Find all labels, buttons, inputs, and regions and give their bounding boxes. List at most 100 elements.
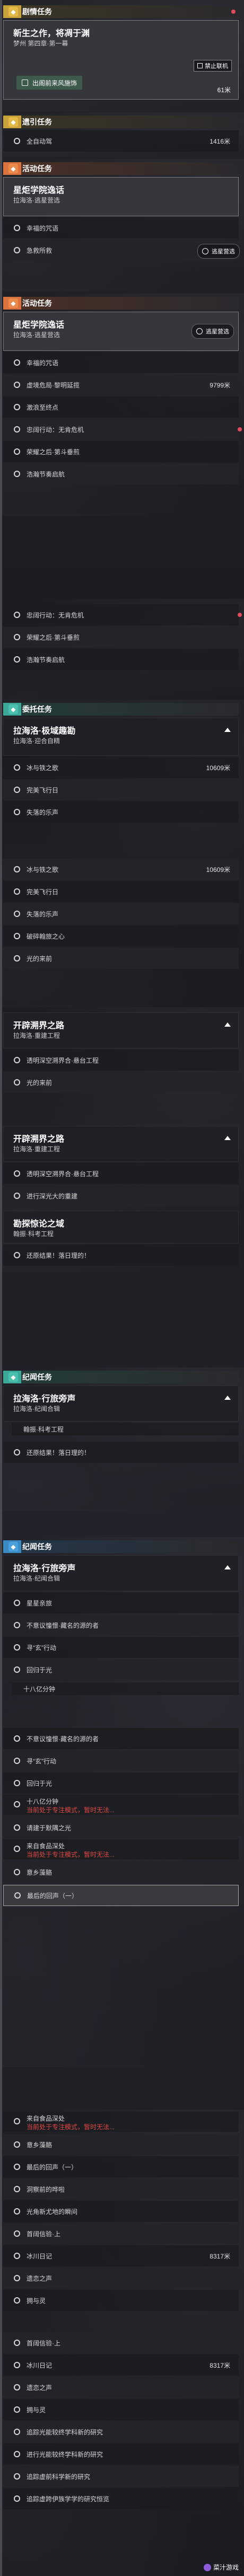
escort-row[interactable]: 全自动驾 1416米 bbox=[3, 130, 239, 152]
status-circle-icon bbox=[14, 1079, 20, 1086]
status-circle-icon bbox=[14, 2495, 20, 2502]
target-icon bbox=[22, 80, 28, 86]
final-row[interactable]: 洞察前的哗啦 bbox=[3, 2178, 239, 2200]
escort-header[interactable]: ◆ 遗引任务 bbox=[3, 116, 239, 128]
activity-row[interactable]: 浩瀚节奏启航 bbox=[3, 463, 239, 484]
final-row[interactable]: 最后的回声（一） bbox=[3, 2156, 239, 2177]
activity-header-2[interactable]: ◆ 活动任务 bbox=[3, 297, 239, 310]
chronicle-header[interactable]: ◆ 纪闻任务 bbox=[3, 1371, 239, 1383]
chronicle-row[interactable]: 不意议憧憬·藏名的源的者 bbox=[3, 1615, 239, 1636]
status-circle-icon bbox=[14, 2473, 20, 2480]
final-row[interactable]: 光角新尤地的瞬间 bbox=[3, 2201, 239, 2222]
activity-row-label: 幸福的咒语 bbox=[27, 224, 59, 232]
final-row[interactable]: 冰川日记 8317米 bbox=[3, 2245, 239, 2266]
final-row[interactable]: 首阔信验·上 bbox=[3, 2332, 239, 2353]
cover-header[interactable]: ◆ 剧情任务 bbox=[3, 5, 239, 18]
mystery-row[interactable]: 还原结果！落日理的！ bbox=[3, 1245, 239, 1266]
chronicle-task-card[interactable]: 拉海洛·行旅旁声 拉海洛·纪闻合辑 bbox=[3, 1386, 239, 1422]
explore-row[interactable]: 冰与铁之歌 10609米 bbox=[3, 757, 239, 778]
status-circle-icon bbox=[14, 2141, 20, 2148]
chronicle-row[interactable]: 意乡藻骼 bbox=[3, 1862, 239, 1883]
chronicle-row[interactable]: 不意议憧憬·藏名的源的者 bbox=[3, 1728, 239, 1749]
chronicle-row[interactable]: 寻“玄”行动 bbox=[3, 1750, 239, 1771]
explore-row-distance: 10609米 bbox=[206, 866, 230, 874]
activity-task-subtitle: 拉海洛·逃星营选 bbox=[13, 331, 60, 339]
final-row[interactable]: 遗恋之声 bbox=[3, 2268, 239, 2289]
chronicle-row[interactable]: 回归于光 bbox=[3, 1659, 239, 1680]
activity-row-distance: 9799米 bbox=[210, 381, 230, 389]
chronicle-row[interactable]: 回归于光 bbox=[3, 1772, 239, 1794]
activity-row[interactable]: 浩瀚节奏启航 bbox=[3, 649, 239, 670]
activity-header[interactable]: ◆ 活动任务 bbox=[3, 162, 239, 175]
mystery-task-card[interactable]: 勘探惊论之域 翰振·科考工程 bbox=[3, 1211, 239, 1243]
collapse-caret-icon[interactable] bbox=[224, 1136, 231, 1140]
final-row[interactable]: 拥与灵 bbox=[3, 2399, 239, 2420]
chronicle-row-selected[interactable]: 最后的回声（一） bbox=[3, 1885, 239, 1906]
final-row[interactable]: 进行光能较终学科新的研究 bbox=[3, 2443, 239, 2465]
status-circle-icon bbox=[14, 634, 20, 640]
activity-row[interactable]: 忠阔行动：无肯危机 bbox=[3, 604, 242, 625]
explore-row[interactable]: 光的来前 bbox=[3, 948, 239, 969]
mystery-task-title: 勘探惊论之域 bbox=[13, 1220, 65, 1229]
activity-row[interactable]: 幸福的咒语 bbox=[3, 352, 239, 373]
chronicle-row[interactable]: 请建于默隅之光 bbox=[3, 1817, 239, 1838]
chronicle-row-label: 不意议憧憬·藏名的源的者 bbox=[27, 1735, 99, 1743]
explore-row[interactable]: 完美飞行日 bbox=[3, 779, 239, 800]
chronicle-row[interactable]: 寻“玄”行动 bbox=[3, 1637, 239, 1658]
explore-row[interactable]: 失落的乐声 bbox=[3, 903, 239, 924]
explore-row-label: 失落的乐声 bbox=[27, 808, 59, 816]
explore-task-card[interactable]: 拉海洛·极域趣勘 拉海洛·迎合自精 bbox=[3, 718, 239, 756]
status-circle-icon bbox=[14, 471, 20, 477]
mystery-row[interactable]: 还原结果！落日理的！ bbox=[3, 1442, 239, 1463]
activity-row[interactable]: 忠阔行动：无肯危机 bbox=[3, 419, 242, 440]
cover-action-button[interactable]: 出阁前来风施饰 bbox=[16, 76, 83, 90]
final-row[interactable]: 首阔信验·上 bbox=[3, 2223, 239, 2244]
final-row[interactable]: 追踪虚跨伊族学学的研究恒览 bbox=[3, 2488, 239, 2509]
final-row[interactable]: 拥与灵 bbox=[3, 2290, 239, 2311]
frontier-row[interactable]: 透明深空溯界合·悬台工程 bbox=[3, 1163, 239, 1184]
frontier-row[interactable]: 光的来前 bbox=[3, 1072, 239, 1093]
activity-task-card-2[interactable]: 星炬学院逸话 拉海洛·逃星营选 逃星营选 bbox=[3, 312, 239, 351]
frontier-task-title: 开辟溯界之路 bbox=[13, 1135, 65, 1144]
frontier-row[interactable]: 透明深空溯界合·悬台工程 bbox=[3, 1049, 239, 1071]
final-row[interactable]: 意乡藻骼 bbox=[3, 2134, 239, 2155]
frontier-task-card[interactable]: 开辟溯界之路 拉海洛·重建工程 bbox=[3, 1012, 239, 1048]
chronicle-header-2[interactable]: ◆ 纪闻任务 bbox=[3, 1540, 239, 1553]
frontier-row[interactable]: 进行深光大的重建 bbox=[3, 1185, 239, 1206]
collapse-caret-icon[interactable] bbox=[224, 1396, 231, 1400]
status-circle-icon bbox=[14, 764, 20, 771]
activity-row[interactable]: 激浪至终点 bbox=[3, 396, 239, 418]
activity-row[interactable]: 幸福的咒语 bbox=[3, 217, 239, 239]
track-activity-button[interactable]: 逃星营选 bbox=[197, 244, 240, 259]
explore-row[interactable]: 破碎翰旅之心 bbox=[3, 925, 239, 947]
activity-row[interactable]: 荣耀之后·第斗垂煎 bbox=[3, 627, 239, 648]
activity-task-card[interactable]: 星炬学院逸话 拉海洛·逃星营选 bbox=[3, 177, 239, 216]
activity-row[interactable]: 荣耀之后·第斗垂煎 bbox=[3, 441, 239, 462]
activity-row[interactable]: 虚境危局·黎明延揽 9799米 bbox=[3, 374, 239, 395]
cover-task-title: 新生之作，将凋于渊 bbox=[13, 29, 90, 38]
status-circle-icon bbox=[14, 2208, 20, 2215]
final-row[interactable]: 遗恋之声 bbox=[3, 2377, 239, 2398]
final-row-label: 追踪虚跨伊族学学的研究恒览 bbox=[27, 2495, 110, 2503]
chronicle-task-card-2[interactable]: 拉海洛·行旅旁声 拉海洛·纪闻合辑 bbox=[3, 1555, 239, 1591]
explore-row[interactable]: 完美飞行日 bbox=[3, 881, 239, 902]
collapse-caret-icon[interactable] bbox=[224, 728, 231, 732]
status-circle-icon bbox=[14, 787, 20, 793]
explore-row[interactable]: 冰与铁之歌 10609米 bbox=[3, 859, 239, 880]
status-circle-icon bbox=[14, 1780, 20, 1786]
chronicle-warn-row[interactable]: 十八亿分钟 当前处于专注模式，暂时无法... bbox=[3, 1795, 239, 1815]
track-activity-button[interactable]: 逃星营选 bbox=[191, 324, 234, 339]
chronicle-row[interactable]: 星星亲旅 bbox=[3, 1592, 239, 1613]
frontier-task-card-2[interactable]: 开辟溯界之路 拉海洛·重建工程 bbox=[3, 1126, 239, 1162]
chronicle-warn-row[interactable]: 来自食品深处 当前处于专注模式，暂时无法... bbox=[3, 1839, 239, 1859]
bookmark-icon: ◆ bbox=[8, 7, 18, 16]
final-row[interactable]: 追踪虚前科学新的研究 bbox=[3, 2466, 239, 2487]
explore-header[interactable]: ◆ 委托任务 bbox=[3, 703, 239, 716]
final-warn-row[interactable]: 来自食品深处 当前处于专注模式，暂时无法... bbox=[3, 2112, 239, 2132]
cover-task-card[interactable]: 新生之作，将凋于渊 梦州 第四章·第一幕 禁止联机 出阁前来风施饰 61米 bbox=[3, 20, 239, 100]
collapse-caret-icon[interactable] bbox=[224, 1565, 231, 1569]
final-row[interactable]: 冰川日记 8317米 bbox=[3, 2354, 239, 2376]
final-row[interactable]: 追踪光能较终学科新的研究 bbox=[3, 2421, 239, 2442]
collapse-caret-icon[interactable] bbox=[224, 1022, 231, 1027]
explore-row[interactable]: 失落的乐声 bbox=[3, 801, 239, 823]
